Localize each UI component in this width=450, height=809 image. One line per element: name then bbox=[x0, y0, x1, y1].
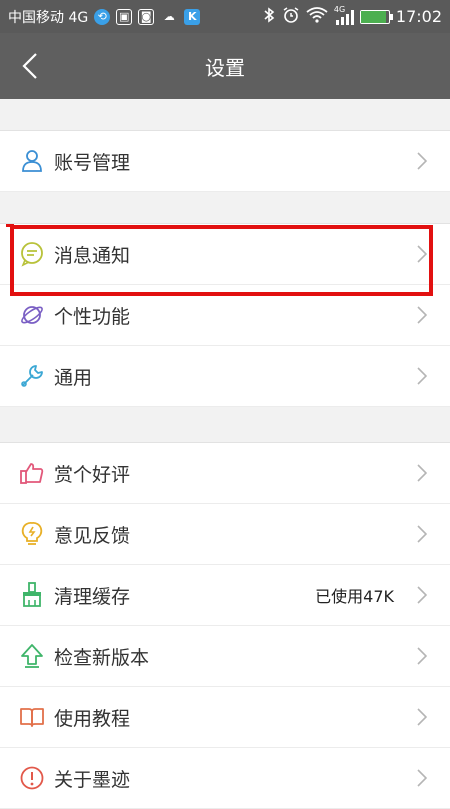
cache-size-value: 已使用47K bbox=[315, 587, 394, 606]
chevron-right-icon bbox=[412, 244, 432, 264]
settings-item-feedback[interactable]: 意见反馈 bbox=[0, 504, 450, 565]
k-app-icon: K bbox=[184, 8, 201, 25]
back-button[interactable] bbox=[14, 50, 46, 82]
chevron-right-icon bbox=[412, 707, 432, 727]
settings-item-check-update[interactable]: 检查新版本 bbox=[0, 626, 450, 687]
settings-item-label: 赏个好评 bbox=[54, 463, 131, 486]
chevron-right-icon bbox=[412, 305, 432, 325]
chevron-right-icon bbox=[412, 646, 432, 666]
lightbulb-icon bbox=[12, 514, 52, 554]
settings-item-label: 意见反馈 bbox=[54, 524, 131, 547]
settings-item-general[interactable]: 通用 bbox=[0, 346, 450, 407]
settings-item-label: 通用 bbox=[54, 366, 93, 389]
settings-item-label: 关于墨迹 bbox=[54, 768, 131, 791]
network-type-label: 4G bbox=[333, 4, 346, 14]
status-bar-right: 4G 17:02 bbox=[262, 5, 442, 28]
settings-item-notifications[interactable]: 消息通知 bbox=[0, 224, 450, 285]
wifi-icon bbox=[306, 6, 328, 27]
carrier-label: 中国移动 4G bbox=[8, 9, 89, 26]
settings-item-account[interactable]: 账号管理 bbox=[0, 131, 450, 192]
info-circle-icon bbox=[12, 758, 52, 798]
signal-icon: 4G bbox=[334, 5, 354, 25]
status-bar: 中国移动 4G ⟲ ▣ ◙ ☁ K 4G 17:02 bbox=[0, 0, 450, 33]
book-icon bbox=[12, 697, 52, 737]
message-icon bbox=[12, 234, 52, 274]
section-gap bbox=[0, 407, 450, 443]
broom-icon bbox=[12, 575, 52, 615]
settings-item-label: 检查新版本 bbox=[54, 646, 150, 669]
settings-item-tutorial[interactable]: 使用教程 bbox=[0, 687, 450, 748]
chevron-right-icon bbox=[412, 463, 432, 483]
settings-item-rate[interactable]: 赏个好评 bbox=[0, 443, 450, 504]
thumbs-up-icon bbox=[12, 453, 52, 493]
annotation-mark bbox=[6, 224, 14, 227]
battery-level bbox=[360, 10, 387, 23]
camera-icon: ◙ bbox=[138, 8, 155, 25]
page-title: 设置 bbox=[205, 55, 245, 80]
section-gap bbox=[0, 99, 450, 131]
chevron-right-icon bbox=[412, 768, 432, 788]
bluetooth-icon bbox=[262, 6, 276, 27]
upload-arrow-icon bbox=[12, 636, 52, 676]
user-icon bbox=[12, 141, 52, 181]
sync-icon: ⟲ bbox=[94, 8, 111, 25]
chevron-right-icon bbox=[412, 151, 432, 171]
back-arrow-icon bbox=[22, 53, 37, 79]
settings-item-label: 账号管理 bbox=[54, 151, 131, 174]
image-icon: ▣ bbox=[116, 8, 133, 25]
alarm-icon bbox=[282, 6, 300, 28]
settings-list: 账号管理 消息通知 个性功能 通用 赏个好评 意见反馈 清理缓存 已使用47K … bbox=[0, 99, 450, 809]
title-bar: 设置 bbox=[0, 33, 450, 99]
planet-icon bbox=[12, 295, 52, 335]
clock: 17:02 bbox=[395, 7, 442, 26]
battery-icon bbox=[359, 9, 393, 24]
settings-item-label: 个性功能 bbox=[54, 305, 131, 328]
section-gap bbox=[0, 192, 450, 224]
status-bar-left: 中国移动 4G ⟲ ▣ ◙ ☁ K bbox=[8, 7, 201, 27]
chevron-right-icon bbox=[412, 366, 432, 386]
settings-item-label: 消息通知 bbox=[54, 244, 131, 267]
settings-item-label: 使用教程 bbox=[54, 707, 131, 730]
chevron-right-icon bbox=[412, 524, 432, 544]
wrench-icon bbox=[12, 356, 52, 396]
settings-item-clear-cache[interactable]: 清理缓存 已使用47K bbox=[0, 565, 450, 626]
settings-item-personalization[interactable]: 个性功能 bbox=[0, 285, 450, 346]
settings-item-label: 清理缓存 bbox=[54, 585, 131, 608]
cloud-icon: ☁ bbox=[163, 10, 175, 23]
chevron-right-icon bbox=[412, 585, 432, 605]
